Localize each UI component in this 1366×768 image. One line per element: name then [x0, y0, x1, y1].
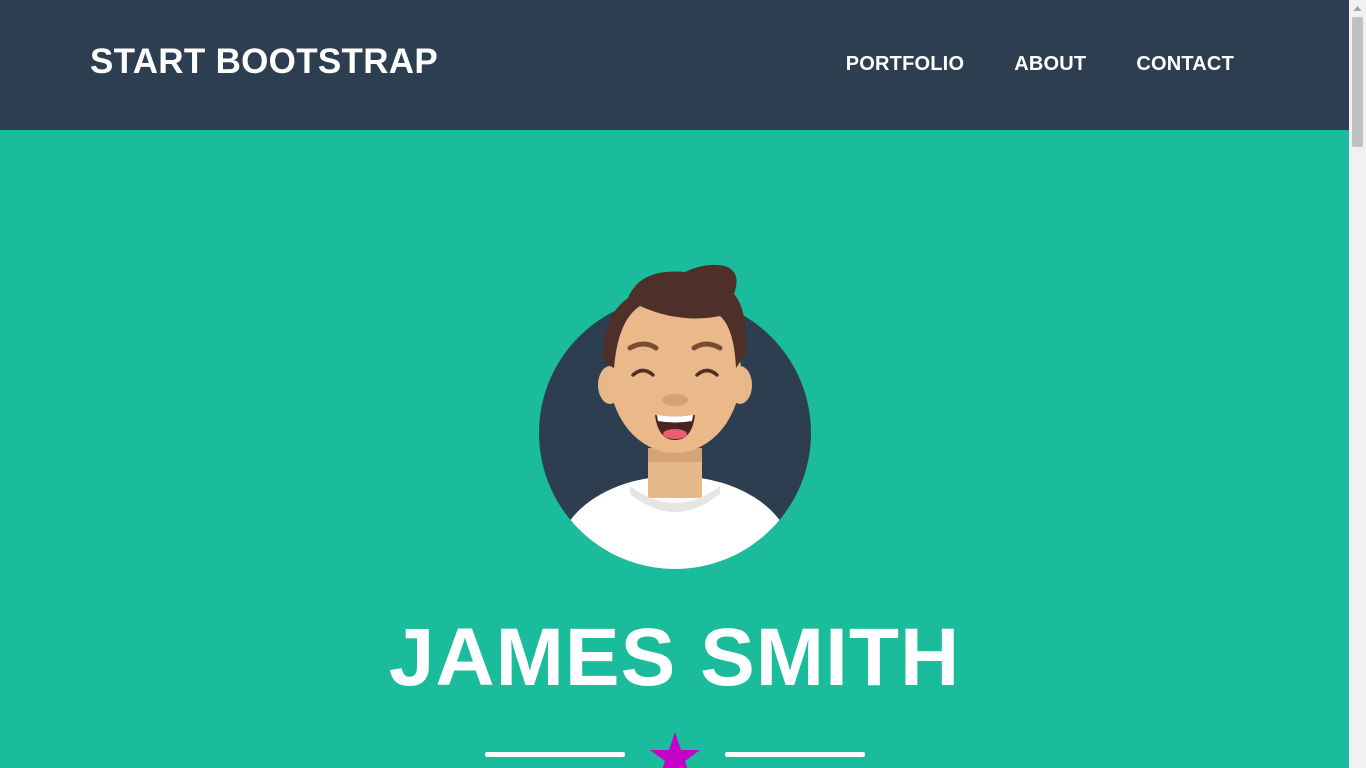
- nav-link-portfolio[interactable]: PORTFOLIO: [846, 54, 964, 74]
- nav-link-about[interactable]: ABOUT: [1014, 54, 1086, 74]
- navbar: START BOOTSTRAP PORTFOLIO ABOUT CONTACT: [0, 0, 1349, 130]
- nav-links: PORTFOLIO ABOUT CONTACT: [846, 54, 1234, 74]
- divider-line-left: [485, 752, 625, 757]
- divider-line-right: [725, 752, 865, 757]
- scrollbar-thumb[interactable]: [1352, 17, 1363, 147]
- hero-name: JAMES SMITH: [388, 612, 961, 703]
- avatar: [539, 264, 811, 569]
- star-icon: [650, 732, 700, 768]
- masthead: JAMES SMITH: [0, 130, 1349, 768]
- scrollbar[interactable]: [1349, 0, 1366, 768]
- scroll-up-arrow-icon[interactable]: [1349, 0, 1366, 17]
- nav-link-contact[interactable]: CONTACT: [1136, 54, 1234, 74]
- brand-link[interactable]: START BOOTSTRAP: [90, 44, 438, 79]
- divider: [485, 730, 865, 768]
